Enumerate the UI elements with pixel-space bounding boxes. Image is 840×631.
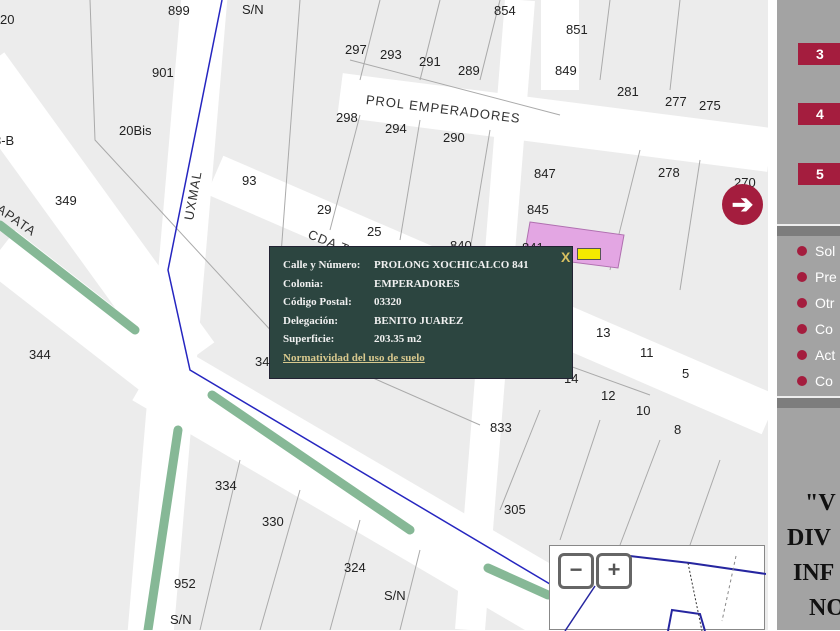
info-row-colonia: Colonia: EMPERADORES	[283, 277, 460, 290]
lot-label: 349	[55, 193, 77, 208]
lot-label: 294	[385, 121, 407, 136]
lot-label: 25	[367, 224, 382, 239]
info-row-area: Superficie: 203.35 m2	[283, 333, 422, 345]
lot-label: 281	[617, 84, 639, 99]
lot-label: 833	[490, 420, 512, 435]
lot-label: 845	[527, 202, 549, 217]
divider	[777, 224, 840, 236]
lot-label: 298	[336, 110, 358, 125]
lot-label: 334	[215, 478, 237, 493]
banner-text: DIV	[787, 525, 832, 551]
lot-label: 275	[699, 98, 721, 113]
info-row-delegacion: Delegación: BENITO JUAREZ	[283, 314, 464, 327]
zoom-out-button[interactable]: −	[558, 553, 594, 589]
lot-label: 293	[380, 47, 402, 62]
lot-label: 29	[317, 202, 332, 217]
lot-label: S/N	[242, 2, 264, 17]
selected-parcel-marker	[577, 248, 601, 260]
menu-item[interactable]: Sol	[797, 243, 835, 259]
lot-label: 899	[168, 3, 190, 18]
lot-label: 12	[601, 388, 616, 403]
zoom-in-icon: +	[607, 557, 621, 582]
lot-label: 278	[658, 165, 680, 180]
lot-label: 11	[640, 345, 654, 360]
step-tab-3[interactable]: 3	[798, 43, 840, 65]
lot-label: 344	[29, 347, 51, 362]
step-tab-4[interactable]: 4	[798, 103, 840, 125]
menu-item[interactable]: Co	[797, 321, 833, 337]
banner-text: NO	[809, 595, 840, 621]
lot-label: 290	[443, 130, 465, 145]
lot-label: 952	[174, 576, 196, 591]
lot-label: 297	[345, 42, 367, 57]
lot-label: 8	[674, 422, 682, 437]
menu-item[interactable]: Otr	[797, 295, 834, 311]
lot-label: 93	[242, 173, 257, 188]
lot-label: 289	[458, 63, 480, 78]
banner-text: "V	[805, 490, 836, 516]
lot-label: 851	[566, 22, 588, 37]
close-popup-button[interactable]: X	[561, 249, 570, 265]
lot-label: 330	[262, 514, 284, 529]
parcel-info-popup: Calle y Número: PROLONG XOCHICALCO 841 Co…	[269, 246, 573, 379]
divider	[777, 396, 840, 408]
lot-label: 849	[555, 63, 577, 78]
lot-label: S/N	[170, 612, 192, 627]
lot-label: 901	[152, 65, 174, 80]
zoom-in-button[interactable]: +	[596, 553, 632, 589]
menu-item[interactable]: Co	[797, 373, 833, 389]
lot-label: 20	[0, 12, 15, 27]
lot-label: 20Bis	[119, 123, 152, 138]
lot-label: 854	[494, 3, 516, 18]
step-tab-5[interactable]: 5	[798, 163, 840, 185]
lot-label: 3-B	[0, 133, 15, 148]
lot-label: 847	[534, 166, 556, 181]
next-arrow-button[interactable]: ➔	[722, 184, 763, 225]
lot-label: 305	[504, 502, 526, 517]
zoom-out-icon: −	[569, 557, 583, 582]
info-row-postal-code: Código Postal: 03320	[283, 296, 402, 308]
lot-label: 5	[682, 366, 690, 381]
lot-label: 291	[419, 54, 441, 69]
lot-label: 13	[596, 325, 611, 340]
menu-item[interactable]: Pre	[797, 269, 837, 285]
lot-label: S/N	[384, 588, 406, 603]
banner-text: INF	[793, 560, 835, 586]
side-panel: 3 4 5 Sol Pre Otr Co Act Co "V DIV INF N…	[768, 0, 840, 630]
overview-map[interactable]: − +	[549, 545, 766, 631]
info-row-address: Calle y Número: PROLONG XOCHICALCO 841	[283, 259, 529, 271]
lot-label: 277	[665, 94, 687, 109]
menu-item[interactable]: Act	[797, 347, 835, 363]
lot-label: 10	[636, 403, 651, 418]
lot-label: 324	[344, 560, 366, 575]
land-use-link[interactable]: Normatividad del uso de suelo	[283, 352, 425, 364]
